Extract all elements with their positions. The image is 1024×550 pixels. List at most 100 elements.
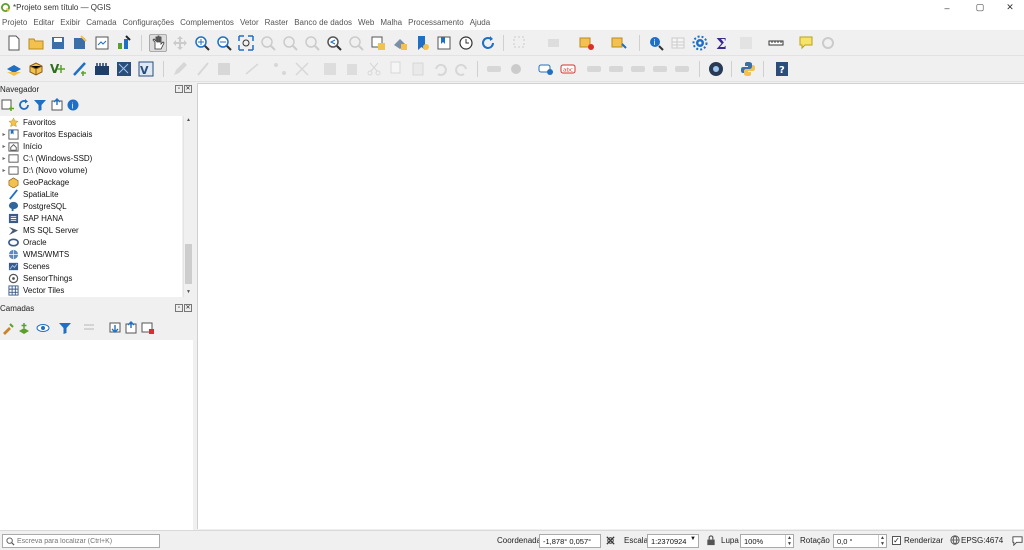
scale-field[interactable]: 1:2370924 ▼ [647, 534, 699, 548]
label-rotate-icon[interactable] [607, 60, 625, 78]
add-layer-icon[interactable] [5, 60, 23, 78]
layer-styling-icon[interactable] [1, 321, 15, 335]
magnifier-field[interactable]: 100% ▲ ▼ [740, 534, 794, 548]
select-by-value-icon[interactable] [545, 34, 563, 52]
tree-item-oracle[interactable]: Oracle [0, 236, 182, 248]
rotation-field[interactable]: 0,0 ° ▲ ▼ [833, 534, 887, 548]
help-icon[interactable]: ? [773, 60, 791, 78]
label-pin-icon[interactable] [507, 60, 525, 78]
new-spatialite-icon[interactable] [71, 60, 89, 78]
measure-icon[interactable] [767, 34, 785, 52]
filter-navigator-icon[interactable] [33, 98, 47, 112]
zoom-in-icon[interactable] [193, 34, 211, 52]
temporal-icon[interactable] [457, 34, 475, 52]
statistics-icon[interactable]: Σ [713, 34, 731, 52]
redo-icon[interactable] [453, 60, 471, 78]
label-move-icon[interactable] [585, 60, 603, 78]
chevron-down-icon[interactable]: ▼ [690, 536, 696, 542]
toggle-extents-icon[interactable] [605, 535, 616, 546]
tree-item-c-drive[interactable]: ▸ C:\ (Windows-SSD) [0, 152, 182, 164]
manage-visibility-icon[interactable] [36, 321, 50, 335]
new-temp-layer-icon[interactable] [93, 60, 111, 78]
zoom-out-icon[interactable] [215, 34, 233, 52]
locator-bar[interactable] [2, 534, 160, 548]
menu-exibir[interactable]: Exibir [60, 18, 80, 27]
print-layout-icon[interactable] [93, 34, 111, 52]
locate-icon[interactable] [819, 34, 837, 52]
minimize-button[interactable]: – [933, 0, 961, 15]
new-map-view-icon[interactable] [369, 34, 387, 52]
refresh-navigator-icon[interactable] [17, 98, 31, 112]
menu-web[interactable]: Web [358, 18, 374, 27]
expand-arrow[interactable]: ▸ [0, 131, 8, 138]
tree-item-scenes[interactable]: Scenes [0, 260, 182, 272]
menu-processamento[interactable]: Processamento [408, 18, 464, 27]
menu-banco-de-dados[interactable]: Banco de dados [294, 18, 352, 27]
tree-item-d-drive[interactable]: ▸ D:\ (Novo volume) [0, 164, 182, 176]
pan-to-selection-icon[interactable] [171, 34, 189, 52]
menu-malha[interactable]: Malha [380, 18, 402, 27]
copy-icon[interactable] [387, 60, 405, 78]
show-bookmarks-icon[interactable] [435, 34, 453, 52]
zoom-last-icon[interactable] [325, 34, 343, 52]
tree-item-spatialite[interactable]: SpatiaLite [0, 188, 182, 200]
globe-icon[interactable] [950, 535, 960, 545]
maximize-button[interactable]: ▢ [966, 0, 994, 15]
delete-selected-icon[interactable] [343, 60, 361, 78]
gps-icon[interactable] [707, 60, 725, 78]
save-edits-icon[interactable] [215, 60, 233, 78]
open-attribute-table-icon[interactable] [669, 34, 687, 52]
save-project-icon[interactable] [49, 34, 67, 52]
layers-list[interactable] [0, 340, 193, 530]
pan-map-icon[interactable] [149, 34, 167, 52]
select-location-icon[interactable] [610, 34, 628, 52]
zoom-next-icon[interactable] [347, 34, 365, 52]
menu-configuracoes[interactable]: Configurações [123, 18, 175, 27]
menu-editar[interactable]: Editar [33, 18, 54, 27]
annotation-icon[interactable] [797, 34, 815, 52]
crs-label[interactable]: EPSG:4674 [961, 536, 1003, 545]
menu-ajuda[interactable]: Ajuda [470, 18, 490, 27]
render-checkbox[interactable]: ✓ [892, 536, 901, 545]
add-wms-icon[interactable]: V [137, 60, 155, 78]
processing-toolbox-icon[interactable] [691, 34, 709, 52]
undo-icon[interactable] [431, 60, 449, 78]
style-manager-icon[interactable] [115, 34, 133, 52]
edit-pencil-icon[interactable] [171, 60, 189, 78]
rotation-stepper[interactable]: ▲ ▼ [878, 535, 886, 547]
label-abc-icon[interactable]: abc [559, 60, 577, 78]
locator-input[interactable] [17, 537, 157, 545]
tree-item-vector-tiles[interactable]: Vector Tiles [0, 284, 182, 296]
save-as-icon[interactable] [71, 34, 89, 52]
menu-vetor[interactable]: Vetor [240, 18, 259, 27]
collapse-all-icon[interactable] [50, 98, 64, 112]
cut-icon[interactable] [365, 60, 383, 78]
menu-raster[interactable]: Raster [265, 18, 289, 27]
tree-item-postgresql[interactable]: PostgreSQL [0, 200, 182, 212]
vertex-tool-icon[interactable] [293, 60, 311, 78]
zoom-full-icon[interactable] [237, 34, 255, 52]
expand-arrow[interactable]: ▸ [0, 167, 8, 174]
menu-complementos[interactable]: Complementos [180, 18, 234, 27]
python-icon[interactable] [739, 60, 757, 78]
new-bookmark-icon[interactable] [413, 34, 431, 52]
deselect-icon[interactable] [578, 34, 596, 52]
tree-item-geopackage[interactable]: GeoPackage [0, 176, 182, 188]
menu-projeto[interactable]: Projeto [2, 18, 27, 27]
navigator-close-button[interactable]: ✕ [184, 85, 192, 93]
paste-icon[interactable] [409, 60, 427, 78]
label-icon[interactable] [485, 60, 503, 78]
scroll-thumb[interactable] [185, 244, 192, 284]
layers-float-button[interactable]: ▫ [175, 304, 183, 312]
open-project-icon[interactable] [27, 34, 45, 52]
expand-arrow[interactable]: ▸ [0, 155, 8, 162]
layers-close-button[interactable]: ✕ [184, 304, 192, 312]
map-canvas[interactable] [197, 83, 1024, 529]
new-vector-icon[interactable]: V [49, 60, 67, 78]
new-3d-view-icon[interactable] [391, 34, 409, 52]
filter-expression-icon[interactable] [82, 321, 96, 335]
zoom-native-icon[interactable] [303, 34, 321, 52]
collapse-layers-icon[interactable] [124, 321, 138, 335]
select-feature-icon[interactable] [511, 34, 529, 52]
label-highlight-icon[interactable] [537, 60, 555, 78]
